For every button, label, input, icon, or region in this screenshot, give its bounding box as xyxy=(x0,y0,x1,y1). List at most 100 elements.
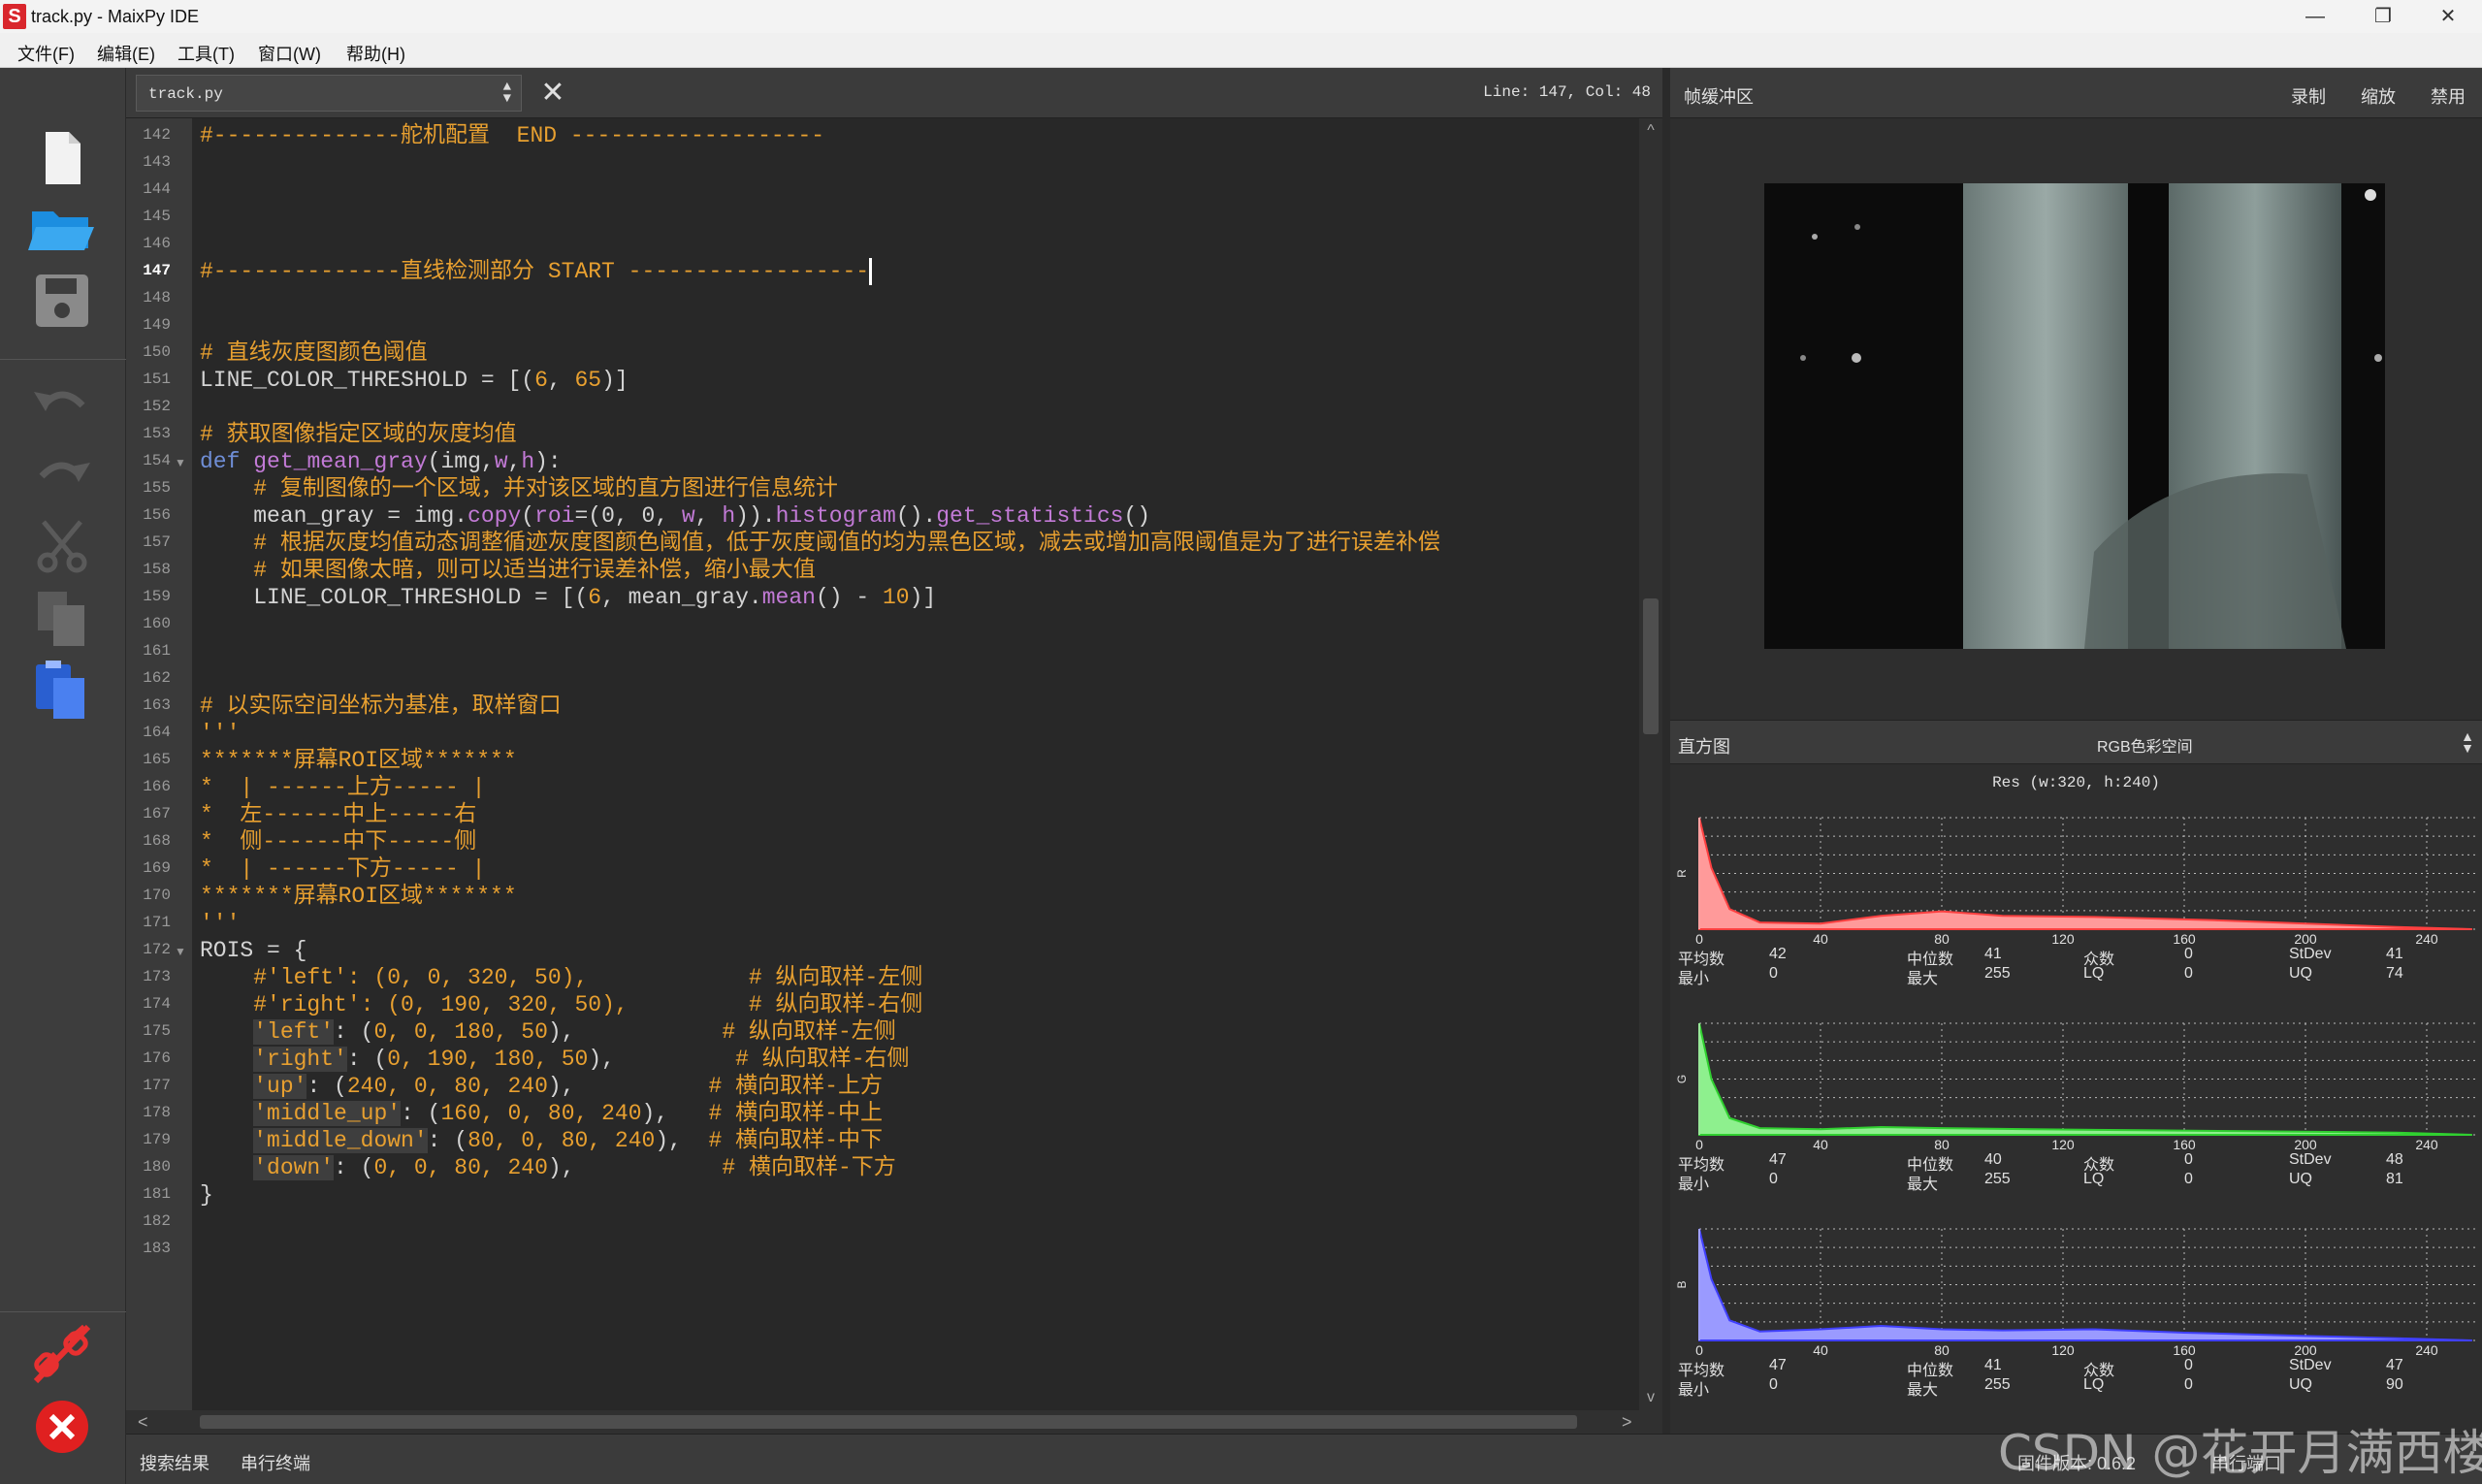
code-token: # 横向取样-上方 xyxy=(708,1074,883,1099)
cursor-position: Line: 147, Col: 48 xyxy=(1483,83,1651,101)
code-line: * | ------下方----- | xyxy=(200,856,486,882)
cut-button[interactable] xyxy=(24,512,100,580)
code-line: 'middle_up': (160, 0, 80, 240), # 横向取样-中… xyxy=(200,1100,883,1127)
open-file-button[interactable] xyxy=(24,194,100,262)
menu-help[interactable]: 帮助(H) xyxy=(346,41,405,66)
tab-serial-terminal[interactable]: 串行终端 xyxy=(241,1450,310,1475)
stat-text: LQ xyxy=(2083,1171,2105,1187)
line-number: 173 xyxy=(143,968,171,985)
stat-text: 0 xyxy=(2184,1151,2193,1168)
code-line: 'up': (240, 0, 80, 240), # 横向取样-上方 xyxy=(200,1073,883,1100)
stat-text: UQ xyxy=(2289,1376,2312,1393)
close-file-button[interactable]: ✕ xyxy=(533,74,572,113)
histogram-panel: Res (w:320, h:240) 0 40 80 120 160 200 240 R 平均数… xyxy=(1670,764,2482,1434)
line-number: 147 xyxy=(143,262,171,279)
x-tick-label: 0 xyxy=(1695,931,1703,944)
code-token: histogram xyxy=(775,503,896,529)
x-tick-label: 240 xyxy=(2415,931,2438,944)
run-stop-button[interactable] xyxy=(24,1393,100,1461)
framebuffer-view xyxy=(1670,118,2482,720)
menu-file[interactable]: 文件(F) xyxy=(17,41,75,66)
code-token: 0, 0, 80, 240 xyxy=(373,1155,548,1180)
code-token: ): xyxy=(534,449,562,474)
code-line: def get_mean_gray(img,w,h): xyxy=(200,448,562,475)
new-file-button[interactable] xyxy=(24,124,100,192)
stat-text: 0 xyxy=(1769,1171,1778,1187)
menu-window[interactable]: 窗口(W) xyxy=(258,41,321,66)
code-token: : ( xyxy=(427,1128,468,1153)
x-tick-label: 240 xyxy=(2415,1342,2438,1355)
code-token: , xyxy=(507,449,522,474)
code-token: 80, 0, 80, 240 xyxy=(467,1128,656,1153)
file-selector[interactable]: track.py ▲ ▼ xyxy=(136,75,522,112)
code-line: 'down': (0, 0, 80, 240), # 横向取样-下方 xyxy=(200,1154,896,1181)
close-window-button[interactable]: ✕ xyxy=(2414,0,2482,33)
toolbar-separator xyxy=(0,1311,126,1312)
menu-edit[interactable]: 编辑(E) xyxy=(97,41,155,66)
x-tick-label: 120 xyxy=(2051,931,2075,944)
fold-arrow-icon[interactable]: ▼ xyxy=(175,456,188,469)
scroll-down-icon[interactable]: v xyxy=(1639,1389,1662,1406)
code-token: mean_gray = img. xyxy=(200,503,468,529)
copy-icon xyxy=(38,592,84,646)
framebuffer-header: 帧缓冲区 录制 缩放 禁用 xyxy=(1670,68,2482,118)
channel-label: B xyxy=(1675,1280,1689,1288)
save-button[interactable] xyxy=(24,267,100,335)
code-token: 240, 0, 80, 240 xyxy=(346,1074,548,1099)
colorspace-select[interactable]: RGB色彩空间 xyxy=(2097,733,2193,757)
tab-search-results[interactable]: 搜索结果 xyxy=(140,1450,210,1475)
x-tick-label: 0 xyxy=(1695,1137,1703,1149)
scroll-right-icon[interactable]: > xyxy=(1622,1410,1632,1434)
copy-button[interactable] xyxy=(24,584,100,652)
undo-button[interactable] xyxy=(24,371,100,438)
code-token: # 横向取样-中上 xyxy=(708,1101,883,1126)
code-line: *******屏幕ROI区域******* xyxy=(200,884,517,909)
code-editor[interactable]: #--------------舵机配置 END ----------------… xyxy=(192,118,1639,1410)
x-tick-label: 200 xyxy=(2294,1137,2317,1149)
record-button[interactable]: 录制 xyxy=(2291,83,2326,109)
line-number: 163 xyxy=(143,696,171,714)
stat-text: 255 xyxy=(1984,965,2011,982)
stat-text: 40 xyxy=(1984,1151,2002,1168)
framebuffer-title: 帧缓冲区 xyxy=(1684,87,1754,107)
scroll-thumb[interactable] xyxy=(1643,598,1659,734)
connect-button[interactable] xyxy=(24,1321,100,1389)
line-number: 159 xyxy=(143,588,171,605)
stop-icon xyxy=(36,1401,88,1453)
stat-text: StDev xyxy=(2289,946,2332,962)
code-token: ), xyxy=(547,1074,709,1099)
code-token: )] xyxy=(601,368,629,393)
toolbar-separator xyxy=(0,359,126,360)
vertical-scrollbar[interactable]: ^ v xyxy=(1639,118,1662,1410)
disable-button[interactable]: 禁用 xyxy=(2431,83,2466,109)
code-token: get_statistics xyxy=(936,503,1124,529)
scroll-left-icon[interactable]: < xyxy=(138,1410,148,1434)
code-token: ), xyxy=(641,1101,709,1126)
scroll-thumb[interactable] xyxy=(200,1415,1577,1429)
horizontal-scrollbar[interactable]: < > xyxy=(126,1410,1662,1434)
histogram-area-b xyxy=(1698,1228,2472,1341)
paste-button[interactable] xyxy=(24,655,100,723)
fold-arrow-icon[interactable]: ▼ xyxy=(175,945,188,958)
select-arrows-icon: ▲ ▼ xyxy=(502,80,511,107)
window-title: track.py - MaixPy IDE xyxy=(31,7,200,26)
histogram-chart-g: 0 40 80 120 160 200 240 G xyxy=(1675,1022,2475,1149)
code-line: ROIS = { xyxy=(200,938,307,963)
open-folder-icon xyxy=(28,211,94,250)
menu-tools[interactable]: 工具(T) xyxy=(177,41,235,66)
minimize-button[interactable]: — xyxy=(2281,0,2349,33)
code-line: 'left': (0, 0, 180, 50), # 纵向取样-左侧 xyxy=(200,1018,896,1046)
restore-button[interactable]: ❐ xyxy=(2349,0,2417,33)
redo-button[interactable] xyxy=(24,441,100,509)
stat-text: 47 xyxy=(1769,1357,1787,1373)
zoom-button[interactable]: 缩放 xyxy=(2361,83,2396,109)
line-number: 151 xyxy=(143,371,171,388)
text-cursor xyxy=(869,258,873,285)
save-icon xyxy=(36,274,88,327)
panel-splitter[interactable] xyxy=(1662,68,1670,1434)
scroll-up-icon[interactable]: ^ xyxy=(1639,122,1662,140)
histogram-title: 直方图 xyxy=(1678,737,1730,757)
app-logo-icon: S xyxy=(3,4,26,29)
camera-frame-image xyxy=(1764,183,2385,649)
line-number: 165 xyxy=(143,751,171,768)
